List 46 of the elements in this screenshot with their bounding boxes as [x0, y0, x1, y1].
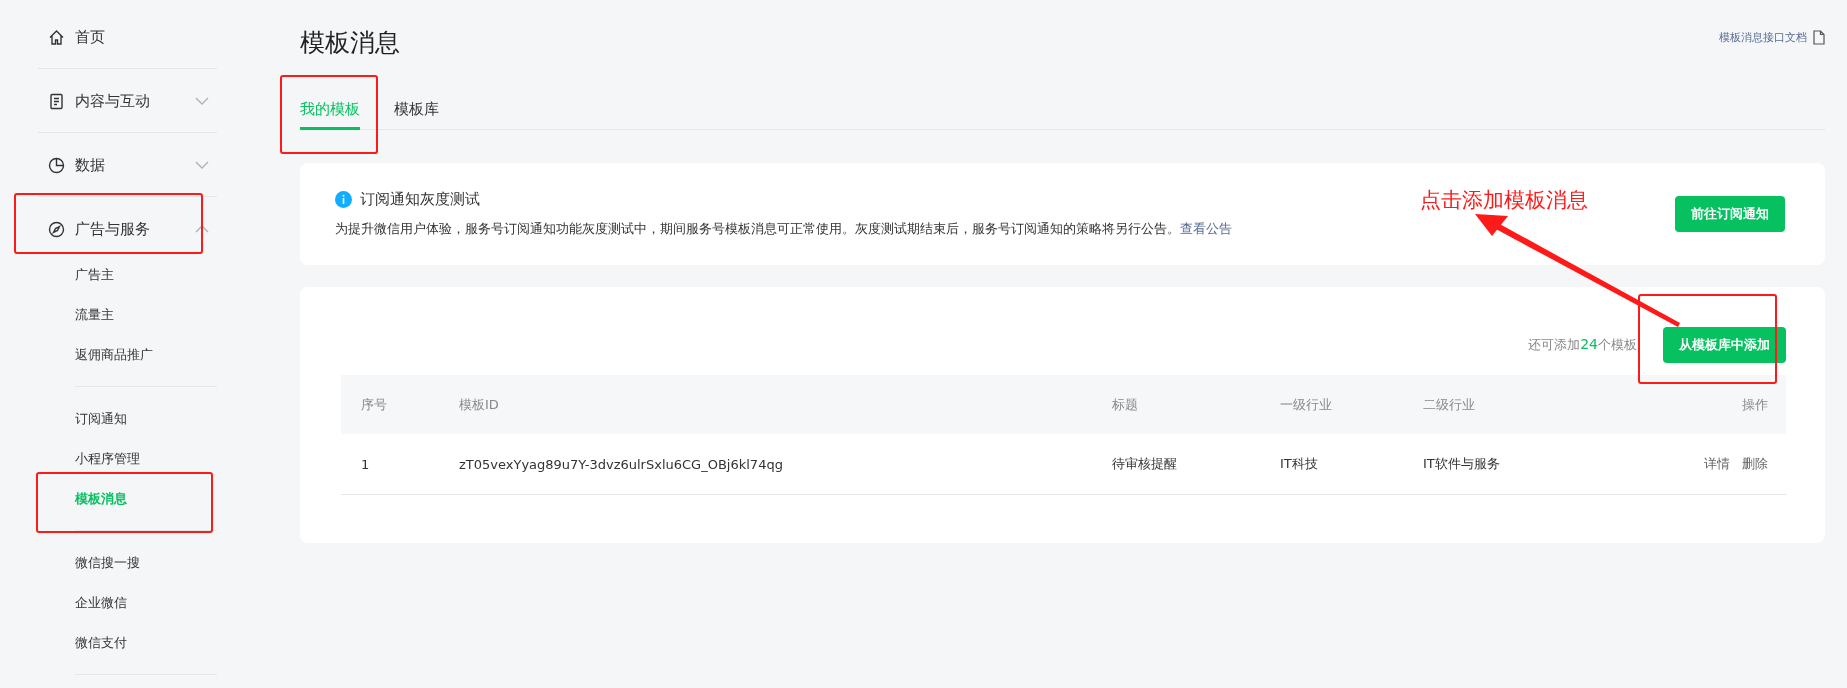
sidebar-item-label: 内容与互动: [75, 91, 151, 111]
sidebar-subitem[interactable]: 广告主: [38, 255, 255, 295]
column-header: 标题: [1112, 395, 1139, 414]
sidebar-item[interactable]: 内容与互动: [38, 81, 217, 121]
column-header: 一级行业: [1280, 395, 1333, 414]
table-cell-text: zT05vexYyag89u7Y-3dvz6ulrSxlu6CG_OBj6kl74qg: [459, 456, 784, 472]
table-cell-text: 待审核提醒: [1112, 455, 1178, 473]
chevron-down-icon: [195, 97, 209, 105]
doc-link[interactable]: 模板消息接口文档: [1719, 30, 1825, 45]
announcement-link[interactable]: 查看公告: [1180, 221, 1232, 236]
row-action-link[interactable]: 删除: [1742, 455, 1768, 473]
sidebar-item-label: 数据: [75, 155, 106, 175]
column-header: 模板ID: [459, 395, 500, 414]
sidebar-subitem[interactable]: 微信搜一搜: [38, 543, 255, 583]
notice-title: 订阅通知灰度测试: [360, 190, 480, 209]
compass-icon: [48, 220, 65, 238]
sidebar-subitem[interactable]: 小程序管理: [38, 439, 255, 479]
column-header: 二级行业: [1423, 395, 1476, 414]
info-icon: [335, 191, 352, 208]
sidebar-item[interactable]: 数据: [38, 145, 217, 185]
sidebar-subitem[interactable]: 微信支付: [38, 623, 255, 663]
table-cell-text: IT软件与服务: [1423, 455, 1501, 473]
quota-text: 还可添加24个模板: [1528, 336, 1637, 354]
chevron-up-icon: [195, 225, 209, 233]
sidebar-item[interactable]: 广告与服务: [38, 209, 217, 249]
sidebar-item-label: 广告与服务: [75, 219, 151, 239]
table-cell-text: 1: [361, 456, 371, 472]
sidebar-item[interactable]: 首页: [38, 17, 217, 57]
table-cell-text: IT科技: [1280, 455, 1319, 473]
home-icon: [48, 28, 65, 46]
column-header: 操作: [1742, 395, 1768, 414]
chevron-down-icon: [195, 161, 209, 169]
document-icon: [48, 92, 65, 110]
sidebar-subitem[interactable]: 企业微信: [38, 583, 255, 623]
row-action-link[interactable]: 详情: [1704, 455, 1730, 473]
sidebar-subitem[interactable]: 流量主: [38, 295, 255, 335]
sidebar-item-label: 首页: [75, 27, 106, 47]
notice-text: 为提升微信用户体验，服务号订阅通知功能灰度测试中，期间服务号模板消息可正常使用。灰度测试期结束后，服务号订阅通知的策略将另行公告。查看公告: [335, 221, 1232, 238]
pie-chart-icon: [48, 156, 65, 174]
sidebar-subitem[interactable]: 返佣商品推广: [38, 335, 255, 375]
sidebar-subitem[interactable]: 订阅通知: [38, 399, 255, 439]
tab[interactable]: 模板库: [394, 94, 439, 130]
annotation-text: 点击添加模板消息: [1420, 187, 1588, 214]
file-icon: [1813, 30, 1825, 45]
page-title: 模板消息: [300, 27, 400, 59]
column-header: 序号: [361, 395, 388, 414]
